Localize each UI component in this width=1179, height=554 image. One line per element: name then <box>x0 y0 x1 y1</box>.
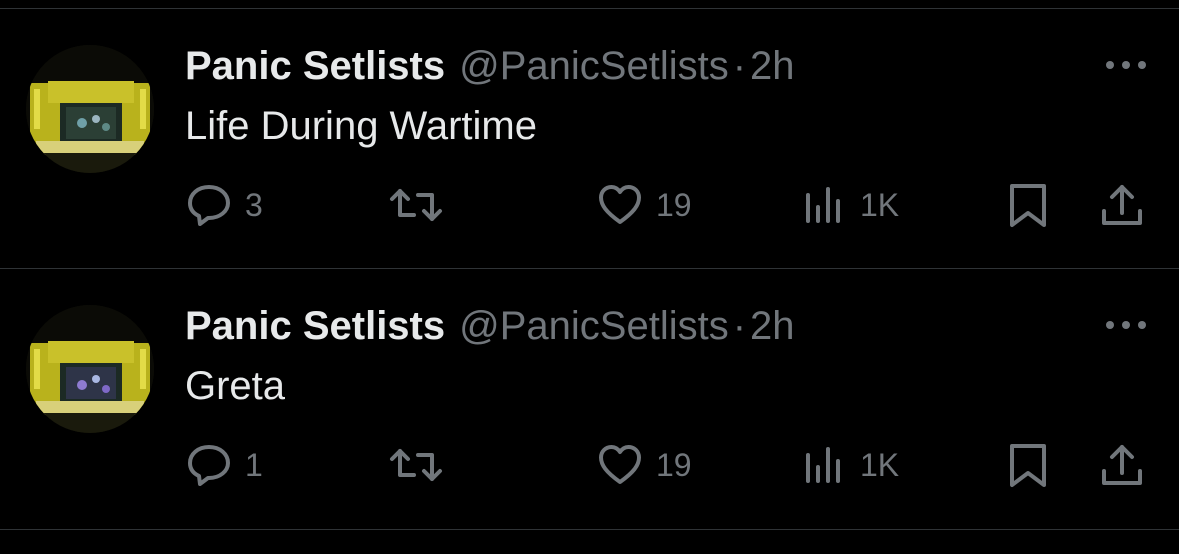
bottom-divider <box>0 529 1179 530</box>
bookmark-button[interactable] <box>1004 441 1052 489</box>
view-count: 1K <box>860 446 900 483</box>
bookmark-button[interactable] <box>1004 181 1052 229</box>
share-upload-icon <box>1102 445 1142 485</box>
tweet-text: Greta <box>185 364 286 408</box>
share-button[interactable] <box>1098 181 1146 229</box>
bookmark-icon <box>1010 444 1046 487</box>
like-count: 19 <box>656 186 692 223</box>
share-button[interactable] <box>1098 441 1146 489</box>
views-button[interactable]: 1K <box>800 441 899 489</box>
views-button[interactable]: 1K <box>800 181 899 229</box>
separator-dot: · <box>732 304 747 348</box>
like-button[interactable]: 19 <box>596 441 692 489</box>
bookmark-icon <box>1010 184 1046 227</box>
more-horizontal-icon <box>1106 321 1146 329</box>
retweet-button[interactable] <box>388 181 444 229</box>
more-options-button[interactable] <box>1104 317 1148 333</box>
retweet-arrows-icon <box>390 449 442 481</box>
reply-button[interactable]: 3 <box>185 181 263 229</box>
view-count: 1K <box>860 186 900 223</box>
avatar-image <box>26 45 154 173</box>
separator-dot: · <box>732 44 747 88</box>
bar-chart-icon <box>806 187 840 223</box>
reply-bubble-icon <box>188 445 230 486</box>
more-horizontal-icon <box>1106 61 1146 69</box>
share-upload-icon <box>1102 185 1142 225</box>
avatar[interactable] <box>26 305 154 433</box>
like-count: 19 <box>656 446 692 483</box>
reply-count: 3 <box>245 186 263 223</box>
tweet-header: Panic Setlists @PanicSetlists · 2h <box>185 301 795 351</box>
retweet-button[interactable] <box>388 441 444 489</box>
reply-count: 1 <box>245 446 263 483</box>
like-button[interactable]: 19 <box>596 181 692 229</box>
avatar-image <box>26 305 154 433</box>
reply-button[interactable]: 1 <box>185 441 263 489</box>
timestamp[interactable]: 2h <box>750 304 795 348</box>
bar-chart-icon <box>806 447 840 483</box>
heart-icon <box>599 185 641 224</box>
display-name[interactable]: Panic Setlists <box>185 44 445 88</box>
timestamp[interactable]: 2h <box>750 44 795 88</box>
avatar[interactable] <box>26 45 154 173</box>
tweet[interactable]: Panic Setlists @PanicSetlists · 2h Life Dur… <box>0 9 1179 268</box>
more-options-button[interactable] <box>1104 57 1148 73</box>
tweet[interactable]: Panic Setlists @PanicSetlists · 2h Greta 1 … <box>0 269 1179 528</box>
user-handle[interactable]: @PanicSetlists <box>459 304 729 348</box>
display-name[interactable]: Panic Setlists <box>185 304 445 348</box>
heart-icon <box>599 445 641 484</box>
tweet-text: Life During Wartime <box>185 104 537 148</box>
user-handle[interactable]: @PanicSetlists <box>459 44 729 88</box>
tweet-header: Panic Setlists @PanicSetlists · 2h <box>185 41 795 91</box>
reply-bubble-icon <box>188 185 230 226</box>
retweet-arrows-icon <box>390 189 442 221</box>
